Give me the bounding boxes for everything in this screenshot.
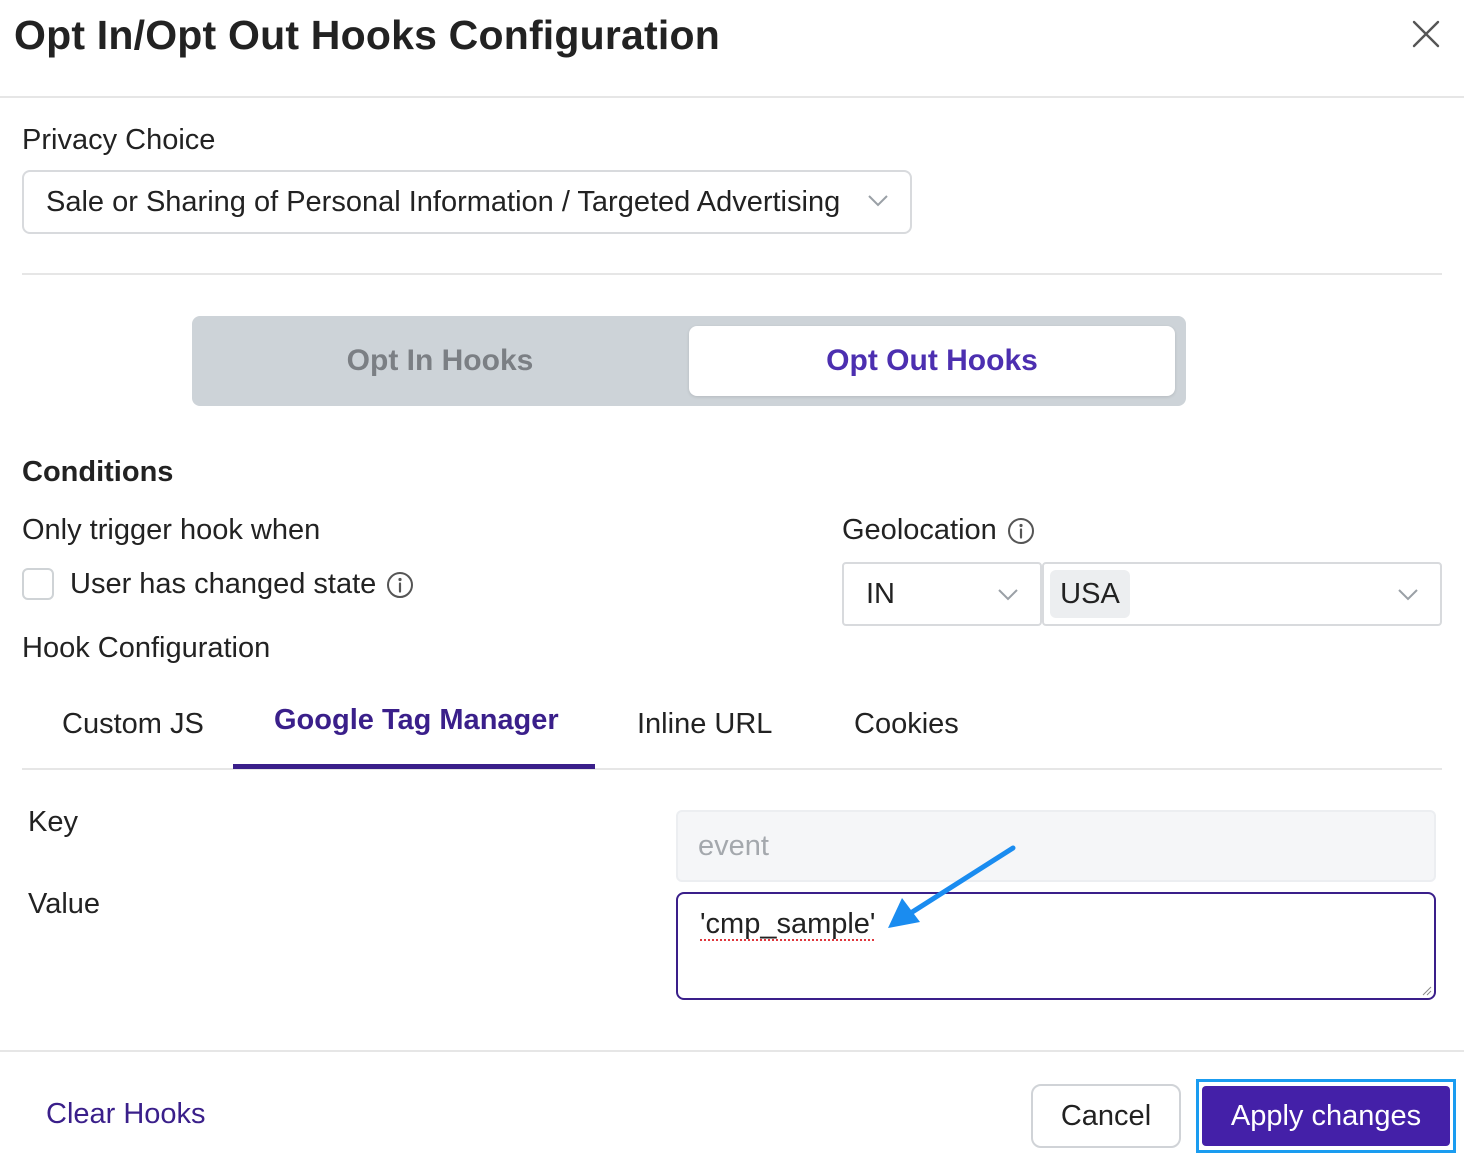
tab-cookies[interactable]: Cookies	[854, 708, 959, 741]
cancel-button[interactable]: Cancel	[1031, 1084, 1181, 1148]
tab-opt-in-hooks[interactable]: Opt In Hooks	[192, 316, 688, 406]
key-input[interactable]: event	[676, 810, 1436, 882]
changed-state-row: User has changed state	[70, 568, 414, 601]
changed-state-checkbox[interactable]	[22, 568, 54, 600]
hook-configuration-label: Hook Configuration	[22, 632, 271, 664]
close-icon	[1412, 20, 1440, 48]
tab-google-tag-manager[interactable]: Google Tag Manager	[274, 704, 559, 737]
clear-hooks-link[interactable]: Clear Hooks	[46, 1098, 206, 1131]
geolocation-label: Geolocation	[842, 514, 997, 546]
chevron-down-icon	[998, 589, 1018, 601]
resize-handle-icon[interactable]	[1422, 986, 1432, 996]
active-tab-indicator	[233, 764, 595, 769]
value-label: Value	[28, 888, 101, 920]
annotation-arrow-icon	[888, 845, 1016, 928]
close-button[interactable]	[1404, 14, 1448, 54]
chevron-down-icon	[1398, 589, 1418, 601]
geolocation-operator-select[interactable]: IN	[842, 562, 1042, 626]
dialog-title: Opt In/Opt Out Hooks Configuration	[14, 12, 720, 58]
tab-custom-js[interactable]: Custom JS	[62, 708, 204, 741]
apply-changes-button[interactable]: Apply changes	[1202, 1086, 1450, 1146]
value-textarea[interactable]: 'cmp_sample'	[676, 892, 1436, 1000]
info-icon[interactable]	[1007, 517, 1035, 545]
conditions-heading: Conditions	[22, 456, 174, 488]
hook-type-toggle: Opt In Hooks Opt Out Hooks	[192, 316, 1186, 406]
section-divider	[22, 273, 1442, 275]
tab-opt-out-hooks[interactable]: Opt Out Hooks	[689, 326, 1175, 396]
footer-divider	[0, 1050, 1464, 1052]
header-divider	[0, 96, 1464, 98]
geolocation-operator-value: IN	[866, 577, 895, 610]
key-label: Key	[28, 806, 78, 838]
changed-state-label: User has changed state	[70, 568, 377, 600]
value-text: 'cmp_sample'	[700, 908, 876, 940]
region-chip-usa[interactable]: USA	[1050, 570, 1130, 618]
privacy-choice-value: Sale or Sharing of Personal Information …	[46, 185, 841, 218]
info-icon[interactable]	[386, 571, 414, 599]
trigger-label: Only trigger hook when	[22, 514, 321, 546]
geolocation-row: Geolocation	[842, 514, 1035, 547]
privacy-choice-label: Privacy Choice	[22, 124, 216, 156]
privacy-choice-select[interactable]: Sale or Sharing of Personal Information …	[22, 170, 912, 234]
key-placeholder: event	[698, 829, 769, 862]
chevron-down-icon	[868, 195, 888, 207]
tab-inline-url[interactable]: Inline URL	[637, 708, 772, 741]
